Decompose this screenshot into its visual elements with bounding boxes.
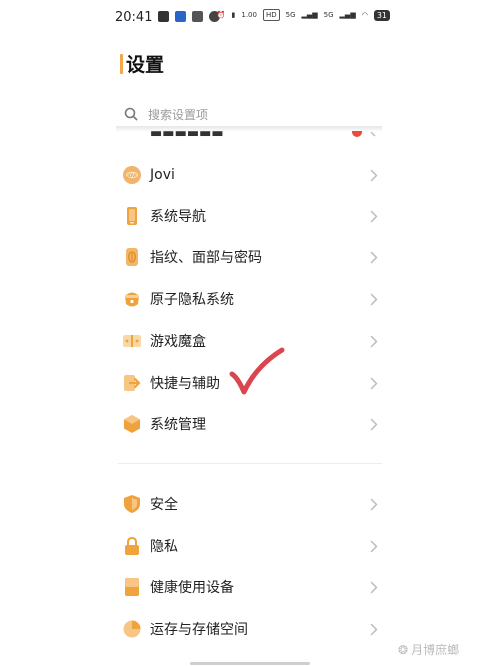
watermark-text: 月博庶螂 (411, 643, 460, 657)
chevron-right-icon (370, 168, 380, 182)
settings-item-system-navigation[interactable]: 系统导航 (118, 197, 382, 235)
chevron-right-icon (370, 292, 380, 306)
settings-item-system-management[interactable]: 系统管理 (118, 405, 382, 443)
chevron-right-icon (370, 417, 380, 431)
checkmark-annotation-icon (229, 347, 285, 395)
signal-icon: ▂▄▆ (301, 11, 318, 19)
search-icon (120, 103, 142, 125)
settings-item-label: 指纹、面部与密码 (150, 250, 262, 266)
chevron-right-icon (370, 622, 380, 636)
chevron-right-icon (370, 580, 380, 594)
page-title: 设置 (126, 54, 165, 76)
settings-item-label: 安全 (150, 497, 178, 513)
jovi-icon: JOVI (122, 165, 142, 185)
settings-item-label: 隐私 (150, 539, 178, 555)
chevron-right-icon (370, 132, 376, 137)
storage-pie-icon (122, 619, 142, 639)
lock-icon (122, 536, 142, 556)
app-notification-icon (192, 11, 203, 22)
atom-privacy-icon (122, 289, 142, 309)
settings-item-healthy-device-usage[interactable]: 健康使用设备 (118, 568, 382, 606)
settings-item-label: 系统导航 (150, 209, 206, 225)
watermark: ❂ 月博庶螂 (398, 641, 459, 658)
chevron-right-icon (370, 250, 380, 264)
search-bar[interactable]: 搜索设置项 (120, 102, 382, 126)
title-accent-bar (120, 54, 123, 74)
battery-indicator: 31 (373, 9, 390, 21)
search-placeholder: 搜索设置项 (148, 107, 209, 122)
chevron-right-icon (370, 497, 380, 511)
phone-navigation-icon (122, 206, 142, 226)
signal-icon: ▂▄▆ (339, 11, 356, 19)
alarm-icon: ⏰ (216, 11, 226, 19)
home-indicator[interactable] (190, 662, 310, 665)
settings-item-label: 系统管理 (150, 417, 206, 433)
settings-item-fingerprint-face-password[interactable]: 指纹、面部与密码 (118, 238, 382, 276)
status-bar: 20:41 ⏰ ▮ 1.00 HD 5G ▂▄▆ 5G ▂▄▆ ◠ 31 (0, 0, 500, 34)
hd-icon: HD (262, 9, 280, 21)
settings-item-jovi[interactable]: JOVI Jovi (118, 156, 382, 194)
settings-item-privacy[interactable]: 隐私 (118, 527, 382, 565)
notification-icons (158, 11, 220, 22)
network-speed: 1.00 (241, 11, 257, 19)
shortcut-assist-icon (122, 373, 142, 393)
settings-item-label: 健康使用设备 (150, 580, 234, 596)
chevron-right-icon (370, 209, 380, 223)
watermark-logo-icon: ❂ (398, 642, 409, 657)
shield-icon (122, 494, 142, 514)
vibrate-icon: ▮ (231, 11, 236, 19)
settings-item-memory-storage[interactable]: 运存与存储空间 (118, 610, 382, 648)
wifi-icon: ◠ (361, 11, 368, 19)
app-notification-icon (175, 11, 186, 22)
update-badge (352, 131, 362, 137)
settings-item-security[interactable]: 安全 (118, 485, 382, 523)
settings-item-label: 运存与存储空间 (150, 622, 248, 638)
settings-item-atomic-privacy-system[interactable]: 原子隐私系统 (118, 280, 382, 318)
section-divider (118, 463, 382, 464)
settings-item-label: 原子隐私系统 (150, 292, 234, 308)
chevron-right-icon (370, 334, 380, 348)
partially-hidden-row[interactable]: ▬▬▬▬▬▬ (150, 131, 224, 141)
network-type-1: 5G (285, 11, 296, 19)
status-time: 20:41 (115, 10, 153, 25)
chevron-right-icon (370, 376, 380, 390)
svg-text:JOVI: JOVI (126, 173, 136, 179)
network-type-2: 5G (323, 11, 334, 19)
system-status-icons: ⏰ ▮ 1.00 HD 5G ▂▄▆ 5G ▂▄▆ ◠ 31 (217, 9, 390, 21)
app-notification-icon (158, 11, 169, 22)
fingerprint-icon (122, 247, 142, 267)
health-device-icon (122, 577, 142, 597)
system-management-icon (122, 414, 142, 434)
chevron-right-icon (370, 539, 380, 553)
settings-item-label: Jovi (150, 167, 175, 183)
game-box-icon (122, 331, 142, 351)
